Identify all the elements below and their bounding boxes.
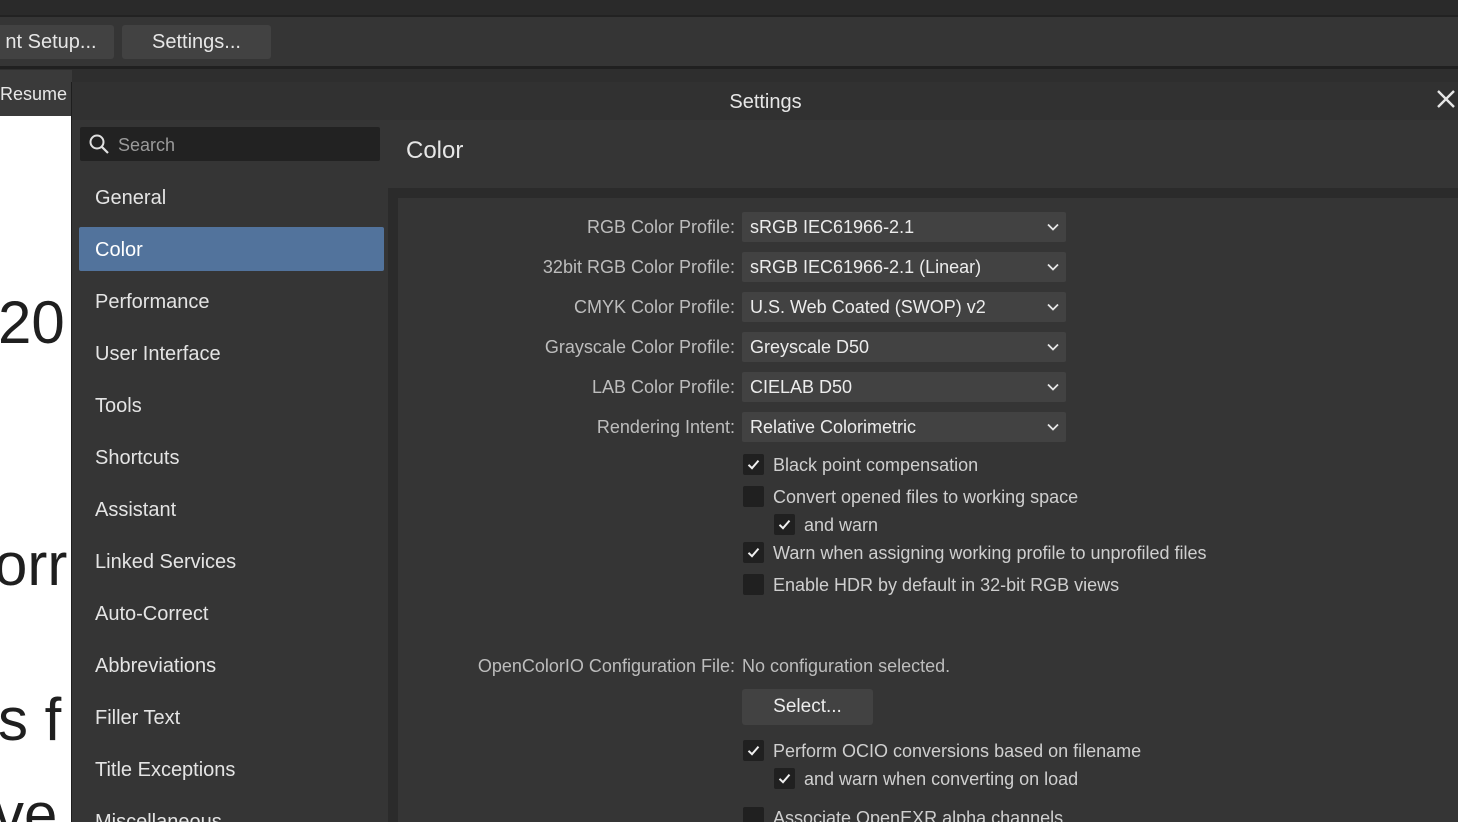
chevron-down-icon (1047, 303, 1059, 311)
lab-profile-select[interactable]: CIELAB D50 (742, 372, 1066, 402)
checkbox[interactable] (743, 807, 764, 822)
chevron-down-icon (1047, 263, 1059, 271)
cmyk-profile-label: CMYK Color Profile: (573, 297, 735, 317)
checkbox-label: Perform OCIO conversions based on filena… (773, 741, 1142, 761)
dialog-title: Settings (72, 82, 1458, 120)
grayscale-profile-select[interactable]: Greyscale D50 (742, 332, 1066, 362)
chevron-down-icon (1047, 343, 1059, 351)
select-value: sRGB IEC61966-2.1 (Linear) (750, 257, 982, 277)
document-text-fragment: orr (0, 531, 68, 598)
checkbox[interactable] (743, 454, 764, 475)
checkbox[interactable] (743, 486, 764, 507)
nav-item-assistant[interactable]: Assistant (79, 487, 384, 531)
document-text-fragment: s f (0, 686, 62, 753)
search-icon (89, 134, 109, 154)
checkmark-icon (778, 773, 791, 784)
ocio-config-row: OpenColorIO Configuration File: No confi… (398, 652, 1458, 680)
color-settings-panel: RGB Color Profile: sRGB IEC61966-2.1 32b… (398, 198, 1458, 822)
nav-item-general[interactable]: General (79, 175, 384, 219)
nav-item-title-exceptions[interactable]: Title Exceptions (79, 747, 384, 791)
nav-item-abbreviations[interactable]: Abbreviations (79, 643, 384, 687)
checkbox[interactable] (743, 740, 764, 761)
select-value: Greyscale D50 (750, 337, 870, 357)
checkbox-label: Convert opened files to working space (773, 487, 1079, 507)
close-icon[interactable] (1433, 88, 1458, 114)
document-text-fragment: ve (0, 781, 58, 822)
checkbox-label: Black point compensation (773, 455, 979, 475)
document-tab[interactable]: Resume (0, 70, 72, 116)
checkbox-label: Warn when assigning working profile to u… (773, 543, 1207, 563)
settings-dialog: Settings General Color Performance User … (71, 82, 1458, 822)
grayscale-profile-row: Grayscale Color Profile: Greyscale D50 (398, 332, 1458, 362)
checkbox[interactable] (774, 514, 795, 535)
checkmark-icon (778, 519, 791, 530)
rendering-intent-select[interactable]: Relative Colorimetric (742, 412, 1066, 442)
checkbox-label: Associate OpenEXR alpha channels (773, 808, 1064, 822)
nav-item-tools[interactable]: Tools (79, 383, 384, 427)
select-value: U.S. Web Coated (SWOP) v2 (750, 297, 986, 317)
nav-item-miscellaneous[interactable]: Miscellaneous (79, 799, 384, 822)
chevron-down-icon (1047, 383, 1059, 391)
chevron-down-icon (1047, 423, 1059, 431)
rendering-intent-label: Rendering Intent: (596, 417, 735, 437)
checkbox-label: and warn (804, 515, 879, 535)
nav-item-linked-services[interactable]: Linked Services (79, 539, 384, 583)
rgb-profile-select[interactable]: sRGB IEC61966-2.1 (742, 212, 1066, 242)
rgb-profile-row: RGB Color Profile: sRGB IEC61966-2.1 (398, 212, 1458, 242)
grayscale-profile-label: Grayscale Color Profile: (544, 337, 735, 357)
checkmark-icon (747, 459, 760, 470)
search-input[interactable] (116, 127, 376, 163)
32bit-rgb-profile-label: 32bit RGB Color Profile: (542, 257, 735, 277)
settings-button[interactable]: Settings... (122, 25, 271, 59)
nav-item-shortcuts[interactable]: Shortcuts (79, 435, 384, 479)
checkbox[interactable] (743, 574, 764, 595)
document-text-fragment: 20 (0, 289, 65, 356)
ocio-config-value: No configuration selected. (742, 656, 951, 676)
32bit-rgb-profile-row: 32bit RGB Color Profile: sRGB IEC61966-2… (398, 252, 1458, 282)
checkbox[interactable] (774, 768, 795, 789)
select-value: Relative Colorimetric (750, 417, 917, 437)
chevron-down-icon (1047, 223, 1059, 231)
ocio-select-button[interactable]: Select... (742, 689, 873, 725)
checkbox-label: Enable HDR by default in 32-bit RGB view… (773, 575, 1120, 595)
checkmark-icon (747, 745, 760, 756)
select-value: sRGB IEC61966-2.1 (750, 217, 915, 237)
32bit-rgb-profile-select[interactable]: sRGB IEC61966-2.1 (Linear) (742, 252, 1066, 282)
section-title: Color (406, 137, 464, 164)
app-top-bar (0, 0, 1458, 17)
rendering-intent-row: Rendering Intent: Relative Colorimetric (398, 412, 1458, 442)
checkmark-icon (747, 547, 760, 558)
checkbox-label: and warn when converting on load (804, 769, 1079, 789)
search-box (80, 127, 380, 163)
cmyk-profile-row: CMYK Color Profile: U.S. Web Coated (SWO… (398, 292, 1458, 322)
nav-item-auto-correct[interactable]: Auto-Correct (79, 591, 384, 635)
lab-profile-row: LAB Color Profile: CIELAB D50 (398, 372, 1458, 402)
rgb-profile-label: RGB Color Profile: (586, 217, 735, 237)
ocio-config-label: OpenColorIO Configuration File: (477, 656, 735, 676)
nav-item-filler-text[interactable]: Filler Text (79, 695, 384, 739)
nav-item-performance[interactable]: Performance (79, 279, 384, 323)
settings-nav: General Color Performance User Interface… (79, 175, 384, 822)
app-toolbar: nt Setup... Settings... (0, 17, 1458, 69)
select-value: CIELAB D50 (750, 377, 853, 397)
cmyk-profile-select[interactable]: U.S. Web Coated (SWOP) v2 (742, 292, 1066, 322)
nav-item-color[interactable]: Color (79, 227, 384, 271)
background-document: Resume 20 orr s f ve (0, 70, 72, 822)
checkbox[interactable] (743, 542, 764, 563)
lab-profile-label: LAB Color Profile: (591, 377, 735, 397)
document-setup-button[interactable]: nt Setup... (0, 25, 114, 59)
nav-item-user-interface[interactable]: User Interface (79, 331, 384, 375)
